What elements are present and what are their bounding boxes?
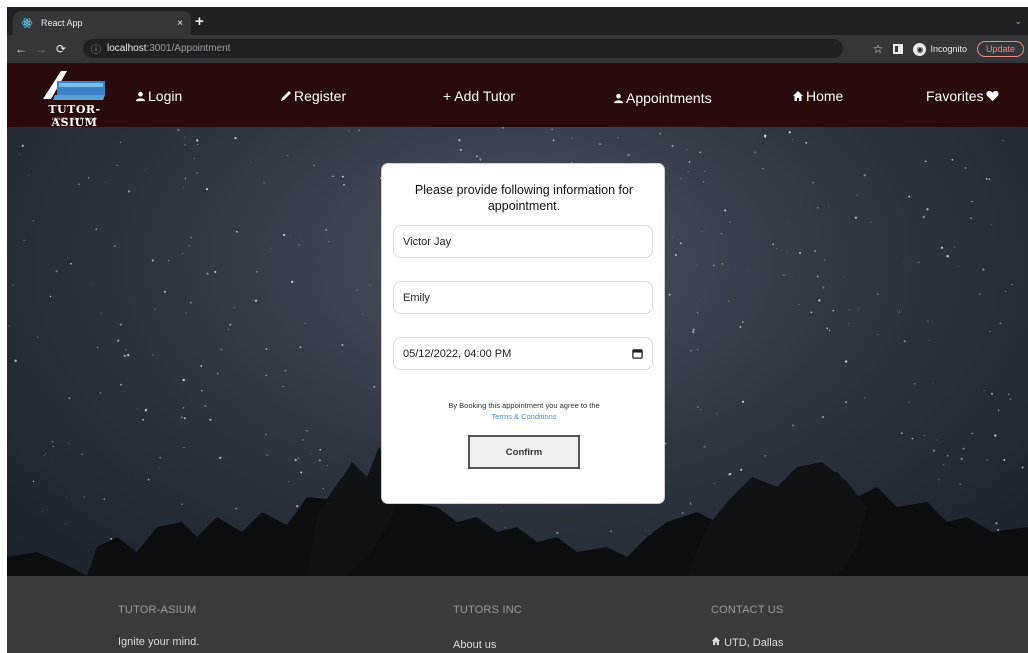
datetime-value: 05/12/2022, 04:00 PM	[403, 347, 512, 360]
footer-address-label: UTD, Dallas	[724, 637, 784, 649]
new-tab-button[interactable]: +	[195, 14, 204, 29]
browser-tab[interactable]: React App ×	[13, 11, 191, 35]
reload-icon[interactable]: ⟳	[51, 42, 71, 56]
nav-login-label: Login	[148, 88, 183, 104]
address-bar[interactable]: ⓘ localhost:3001/Appointment	[83, 39, 843, 58]
site-navbar: TUTOR-ASIUM IGNITE YOUR MIND Login Regis…	[7, 63, 1028, 129]
url-text: localhost:3001/Appointment	[107, 43, 231, 54]
back-icon[interactable]: ←	[11, 42, 31, 56]
nav-add-tutor-label: + Add Tutor	[443, 88, 515, 104]
terms-link[interactable]: Terms & Conditions	[491, 412, 556, 421]
toolbar-actions: ☆ ◉ Incognito Update	[873, 39, 1024, 59]
terms-text: By Booking this appointment you agree to…	[448, 401, 600, 410]
user-icon	[135, 91, 146, 101]
tab-title: React App	[41, 18, 83, 28]
update-button[interactable]: Update	[976, 41, 1024, 57]
browser-window: React App × + ⌄ ← → ⟳ ⓘ localhost:3001/A…	[7, 7, 1028, 653]
footer-tagline: Ignite your mind.	[118, 636, 200, 648]
nav-appointments[interactable]: Appointments	[613, 90, 712, 106]
tutor-name-input[interactable]	[393, 281, 653, 314]
logo-graphic-icon	[43, 71, 105, 100]
incognito-indicator[interactable]: ◉ Incognito	[913, 42, 967, 56]
tab-close-icon[interactable]: ×	[177, 18, 183, 29]
side-panel-icon[interactable]	[893, 44, 904, 54]
site-footer: TUTOR-ASIUM Ignite your mind. TUTORS INC…	[7, 576, 1028, 653]
calendar-icon[interactable]	[632, 348, 643, 359]
tab-strip: React App × + ⌄	[7, 7, 1028, 35]
heart-icon	[985, 90, 999, 102]
nav-register[interactable]: Register	[280, 88, 346, 104]
confirm-button[interactable]: Confirm	[468, 435, 580, 469]
footer-heading-tutors-inc: TUTORS INC	[453, 604, 523, 616]
home-icon	[711, 636, 721, 646]
nav-home[interactable]: Home	[792, 88, 843, 104]
nav-favorites[interactable]: Favorites	[926, 88, 999, 104]
bookmark-star-icon[interactable]: ☆	[873, 42, 884, 56]
nav-login[interactable]: Login	[135, 88, 182, 104]
user-icon	[613, 93, 624, 103]
form-heading: Please provide following information for…	[414, 183, 634, 213]
home-icon	[793, 91, 803, 101]
footer-heading-contact: CONTACT US	[711, 604, 784, 616]
appointment-card: Please provide following information for…	[381, 163, 665, 504]
tab-search-icon[interactable]: ⌄	[1014, 16, 1022, 27]
terms-notice: By Booking this appointment you agree to…	[392, 400, 656, 422]
incognito-icon: ◉	[913, 42, 927, 56]
pencil-icon	[281, 91, 291, 101]
hero-background: Please provide following information for…	[7, 127, 1028, 576]
logo-tagline: IGNITE YOUR MIND	[51, 116, 98, 121]
info-icon[interactable]: ⓘ	[91, 41, 101, 56]
nav-appointments-label: Appointments	[626, 90, 712, 106]
nav-home-label: Home	[806, 88, 844, 104]
footer-heading-tutorasium: TUTOR-ASIUM	[118, 604, 197, 616]
nav-register-label: Register	[294, 88, 347, 104]
student-name-input[interactable]	[393, 225, 653, 258]
appointment-datetime-input[interactable]: 05/12/2022, 04:00 PM	[393, 337, 653, 370]
react-icon	[21, 17, 33, 29]
incognito-label: Incognito	[930, 44, 967, 54]
nav-favorites-label: Favorites	[926, 88, 984, 104]
footer-address: UTD, Dallas	[711, 636, 783, 649]
footer-about-link[interactable]: About us	[453, 639, 496, 651]
nav-add-tutor[interactable]: + Add Tutor	[443, 88, 515, 104]
forward-icon[interactable]: →	[31, 42, 51, 56]
browser-toolbar: ← → ⟳ ⓘ localhost:3001/Appointment ☆ ◉ I…	[7, 35, 1028, 63]
site-logo[interactable]: TUTOR-ASIUM IGNITE YOUR MIND	[37, 69, 112, 129]
